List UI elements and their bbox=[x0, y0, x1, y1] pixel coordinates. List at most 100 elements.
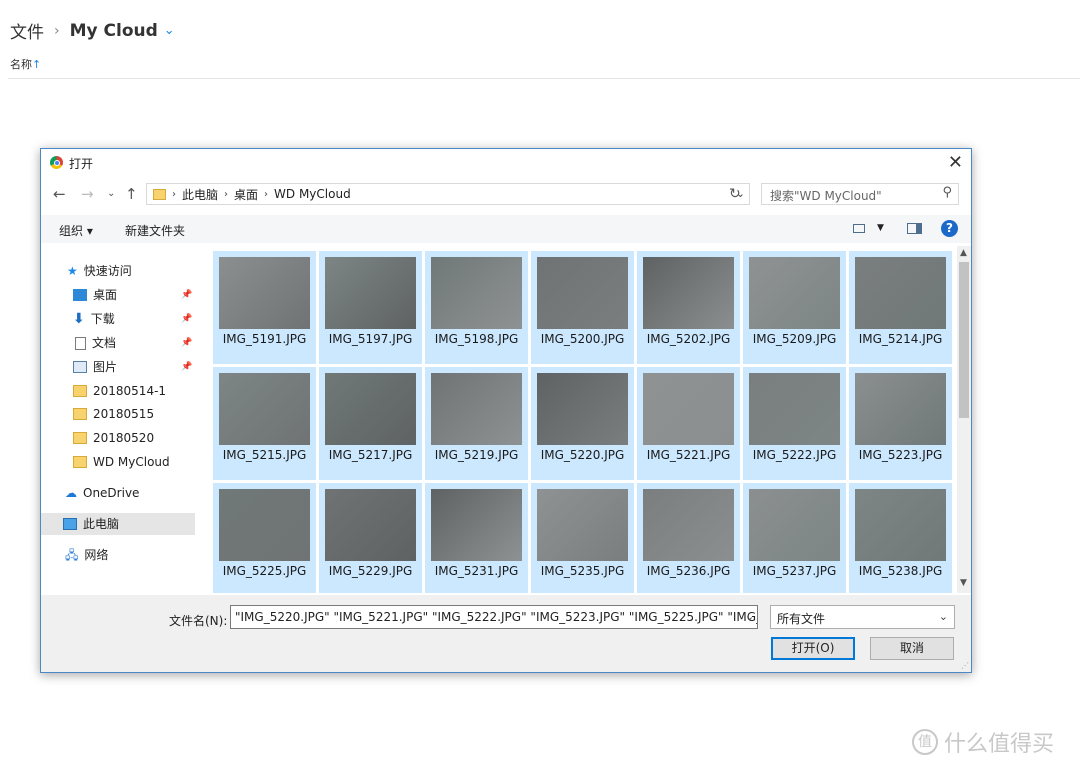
image-thumbnail bbox=[643, 257, 734, 329]
nav-item-desktop[interactable]: 桌面 bbox=[73, 284, 117, 306]
file-name: IMG_5237.JPG bbox=[752, 564, 837, 578]
file-item[interactable]: IMG_5200.JPG bbox=[531, 251, 634, 364]
scrollbar-thumb[interactable] bbox=[959, 262, 969, 418]
cancel-button[interactable]: 取消 bbox=[870, 637, 954, 660]
address-separator[interactable]: › bbox=[172, 189, 176, 200]
file-list: IMG_5191.JPG IMG_5197.JPG IMG_5198.JPG IMG_… bbox=[213, 249, 955, 593]
nav-item-folder-wd-mycloud[interactable]: WD MyCloud bbox=[73, 451, 170, 473]
address-separator[interactable]: › bbox=[264, 189, 268, 200]
scroll-down-icon[interactable]: ▼ bbox=[960, 578, 967, 588]
file-name: IMG_5220.JPG bbox=[540, 448, 625, 462]
image-thumbnail bbox=[219, 373, 310, 445]
chevron-down-icon[interactable]: ⌄ bbox=[164, 23, 175, 38]
organize-menu[interactable]: 组织 ▾ bbox=[59, 222, 93, 239]
chrome-icon bbox=[50, 156, 63, 169]
back-arrow-icon[interactable]: ← bbox=[53, 185, 66, 203]
file-item[interactable]: IMG_5220.JPG bbox=[531, 367, 634, 480]
address-crumb-wd-mycloud[interactable]: WD MyCloud bbox=[274, 187, 351, 201]
forward-arrow-icon[interactable]: → bbox=[81, 185, 94, 203]
view-dropdown-icon[interactable]: ▼ bbox=[877, 223, 884, 233]
pin-icon[interactable]: 📌 bbox=[181, 314, 192, 324]
file-item[interactable]: IMG_5198.JPG bbox=[425, 251, 528, 364]
file-name: IMG_5191.JPG bbox=[222, 332, 307, 346]
image-thumbnail bbox=[219, 489, 310, 561]
filename-input[interactable]: "IMG_5220.JPG" "IMG_5221.JPG" "IMG_5222.… bbox=[230, 605, 758, 629]
nav-item-downloads[interactable]: ⬇ 下载 bbox=[73, 308, 115, 330]
nav-label: 网络 bbox=[84, 548, 109, 562]
up-arrow-icon[interactable]: ↑ bbox=[125, 185, 138, 203]
view-options-icon[interactable] bbox=[853, 224, 865, 233]
network-icon: 🖧 bbox=[65, 548, 79, 562]
nav-label: 下载 bbox=[90, 312, 115, 326]
vertical-scrollbar[interactable]: ▲ ▼ bbox=[957, 246, 971, 593]
file-item[interactable]: IMG_5221.JPG bbox=[637, 367, 740, 480]
image-thumbnail bbox=[431, 373, 522, 445]
new-folder-button[interactable]: 新建文件夹 bbox=[125, 222, 185, 239]
breadcrumb-current[interactable]: My Cloud bbox=[70, 21, 158, 41]
file-name: IMG_5215.JPG bbox=[222, 448, 307, 462]
image-thumbnail bbox=[749, 489, 840, 561]
resize-grip-icon[interactable]: ⋰ bbox=[961, 661, 969, 670]
image-thumbnail bbox=[749, 373, 840, 445]
pin-icon[interactable]: 📌 bbox=[181, 290, 192, 300]
pin-icon[interactable]: 📌 bbox=[181, 362, 192, 372]
file-name: IMG_5219.JPG bbox=[434, 448, 519, 462]
breadcrumb-root[interactable]: 文件 bbox=[10, 18, 44, 43]
file-item[interactable]: IMG_5229.JPG bbox=[319, 483, 422, 593]
nav-item-folder-20180515[interactable]: 20180515 bbox=[73, 403, 154, 425]
file-name: IMG_5200.JPG bbox=[540, 332, 625, 346]
nav-network[interactable]: 🖧 网络 bbox=[65, 544, 108, 566]
nav-item-folder-20180520[interactable]: 20180520 bbox=[73, 427, 154, 449]
file-item[interactable]: IMG_5231.JPG bbox=[425, 483, 528, 593]
nav-item-folder-20180514-1[interactable]: 20180514-1 bbox=[73, 380, 166, 402]
file-item[interactable]: IMG_5225.JPG bbox=[213, 483, 316, 593]
file-item[interactable]: IMG_5237.JPG bbox=[743, 483, 846, 593]
file-item[interactable]: IMG_5215.JPG bbox=[213, 367, 316, 480]
breadcrumb: 文件 › My Cloud ⌄ bbox=[10, 18, 175, 44]
filetype-select[interactable]: 所有文件 ⌄ bbox=[770, 605, 955, 629]
file-item[interactable]: IMG_5236.JPG bbox=[637, 483, 740, 593]
nav-label: 桌面 bbox=[93, 288, 118, 302]
search-input[interactable]: 搜索"WD MyCloud" ⚲ bbox=[761, 183, 959, 205]
open-button[interactable]: 打开(O) bbox=[771, 637, 855, 660]
file-item[interactable]: IMG_5214.JPG bbox=[849, 251, 952, 364]
folder-icon bbox=[153, 188, 166, 200]
image-thumbnail bbox=[537, 257, 628, 329]
address-bar[interactable]: › 此电脑 › 桌面 › WD MyCloud ⌄ bbox=[146, 183, 750, 205]
nav-item-pictures[interactable]: 图片 bbox=[73, 356, 117, 378]
file-item[interactable]: IMG_5202.JPG bbox=[637, 251, 740, 364]
image-thumbnail bbox=[431, 257, 522, 329]
address-separator[interactable]: › bbox=[224, 189, 228, 200]
recent-locations-icon[interactable]: ⌄ bbox=[107, 188, 115, 199]
pin-icon[interactable]: 📌 bbox=[181, 338, 192, 348]
pictures-icon bbox=[73, 361, 87, 373]
address-crumb-desktop[interactable]: 桌面 bbox=[234, 186, 258, 203]
nav-this-pc[interactable]: 此电脑 bbox=[41, 513, 195, 535]
chevron-down-icon[interactable]: ⌄ bbox=[745, 610, 754, 623]
help-icon[interactable]: ? bbox=[941, 220, 958, 237]
nav-item-documents[interactable]: 文档 bbox=[75, 332, 116, 354]
file-item[interactable]: IMG_5219.JPG bbox=[425, 367, 528, 480]
file-item[interactable]: IMG_5238.JPG bbox=[849, 483, 952, 593]
sort-by-name-button[interactable]: 名称↑ bbox=[10, 56, 41, 72]
file-item[interactable]: IMG_5217.JPG bbox=[319, 367, 422, 480]
scroll-up-icon[interactable]: ▲ bbox=[960, 248, 967, 258]
file-item[interactable]: IMG_5197.JPG bbox=[319, 251, 422, 364]
file-name: IMG_5236.JPG bbox=[646, 564, 731, 578]
refresh-icon[interactable]: ↻ bbox=[729, 186, 741, 202]
cloud-header: 文件 › My Cloud ⌄ 名称↑ bbox=[0, 0, 1080, 80]
file-item[interactable]: IMG_5209.JPG bbox=[743, 251, 846, 364]
file-item[interactable]: IMG_5222.JPG bbox=[743, 367, 846, 480]
cloud-icon: ☁ bbox=[65, 486, 77, 500]
preview-pane-icon[interactable] bbox=[907, 223, 922, 234]
file-item[interactable]: IMG_5191.JPG bbox=[213, 251, 316, 364]
close-icon[interactable]: ✕ bbox=[948, 152, 963, 173]
address-crumb-this-pc[interactable]: 此电脑 bbox=[182, 186, 218, 203]
file-item[interactable]: IMG_5235.JPG bbox=[531, 483, 634, 593]
file-item[interactable]: IMG_5223.JPG bbox=[849, 367, 952, 480]
file-name: IMG_5217.JPG bbox=[328, 448, 413, 462]
file-name: IMG_5229.JPG bbox=[328, 564, 413, 578]
search-icon[interactable]: ⚲ bbox=[942, 185, 952, 200]
nav-onedrive[interactable]: ☁ OneDrive bbox=[65, 482, 139, 504]
nav-quick-access[interactable]: ★ 快速访问 bbox=[67, 260, 132, 282]
